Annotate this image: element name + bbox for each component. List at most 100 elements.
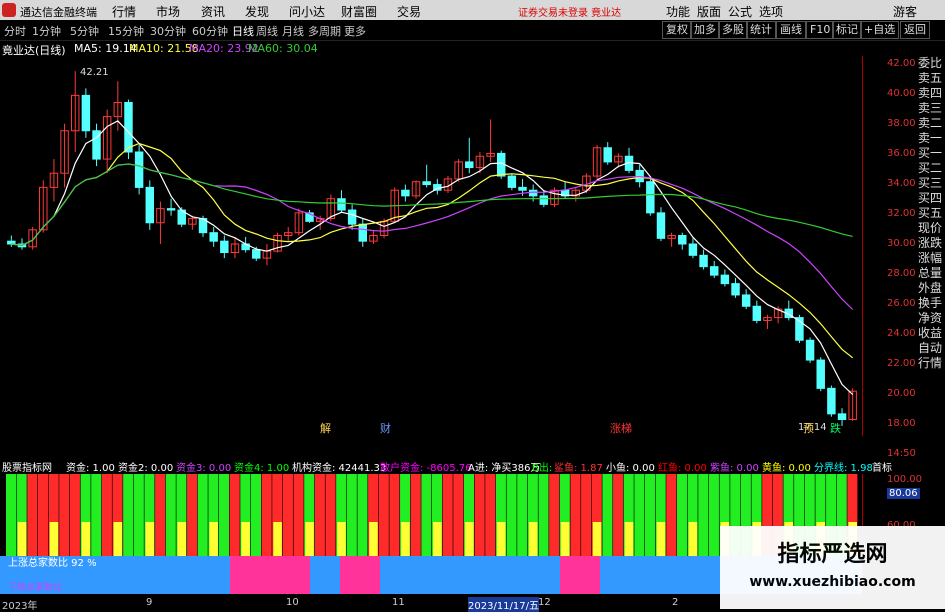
add-watchlist-button[interactable]: +自选 xyxy=(860,21,900,39)
period-week[interactable]: 周线 xyxy=(256,23,278,39)
menu-trade[interactable]: 交易 xyxy=(397,3,421,20)
candle xyxy=(688,238,698,259)
side-item[interactable]: 买三 xyxy=(918,176,944,190)
menu-ask[interactable]: 问小达 xyxy=(289,3,325,20)
side-item[interactable]: 买四 xyxy=(918,191,944,205)
yellow-bar xyxy=(17,522,27,556)
f10-button[interactable]: F10 xyxy=(806,21,835,39)
add-multi-button[interactable]: 加多 xyxy=(690,21,720,39)
event-mark[interactable]: 解 xyxy=(320,421,331,435)
side-item[interactable]: 买一 xyxy=(918,146,944,160)
signal-bar xyxy=(666,474,677,556)
menu-formula[interactable]: 公式 xyxy=(728,3,752,20)
ratio-segment xyxy=(340,556,380,594)
indicator-field: 资金3: 0.00 xyxy=(176,463,232,474)
yellow-bar xyxy=(369,522,378,556)
period-5min[interactable]: 5分钟 xyxy=(70,23,99,39)
signal-bar xyxy=(378,474,389,556)
period-1min[interactable]: 1分钟 xyxy=(32,23,61,39)
period-15min[interactable]: 15分钟 xyxy=(108,23,144,39)
side-item[interactable]: 卖五 xyxy=(918,71,944,85)
side-item[interactable]: 涨跌 xyxy=(918,236,944,250)
side-item[interactable]: 卖二 xyxy=(918,116,944,130)
fall-ratio-label: 下跌总家数比 xyxy=(8,581,62,593)
signal-bar xyxy=(517,474,528,556)
date-tick: 12 xyxy=(538,597,551,608)
period-60min[interactable]: 60分钟 xyxy=(192,23,228,39)
candlestick-chart[interactable]: 42.2117.14解财涨梯预跌 xyxy=(0,56,862,436)
multi-stock-button[interactable]: 多股 xyxy=(718,21,748,39)
mark-button[interactable]: 标记 xyxy=(832,21,862,39)
side-item[interactable]: 总量 xyxy=(918,266,944,280)
menu-wealth[interactable]: 财富圈 xyxy=(341,3,377,20)
menu-market[interactable]: 市场 xyxy=(156,3,180,20)
signal-bar xyxy=(69,474,80,556)
yellow-bar xyxy=(145,522,155,556)
indicator-field: 紫鱼: 0.00 xyxy=(710,463,759,474)
price-tick: 18.00 xyxy=(887,418,916,429)
yellow-bar xyxy=(592,522,602,556)
candle xyxy=(646,176,655,216)
event-mark[interactable]: 跌 xyxy=(830,421,841,435)
back-button[interactable]: 返回 xyxy=(900,21,930,39)
yellow-bar xyxy=(241,522,250,556)
signal-bar xyxy=(165,474,176,556)
login-warning[interactable]: 证券交易未登录 竟业达 xyxy=(518,4,621,19)
candle xyxy=(720,269,730,287)
side-item[interactable]: 换手 xyxy=(918,296,944,310)
candle xyxy=(752,300,762,324)
period-30min[interactable]: 30分钟 xyxy=(150,23,186,39)
stats-button[interactable]: 统计 xyxy=(746,21,776,39)
signal-bar xyxy=(645,474,656,556)
candle xyxy=(337,190,346,213)
menu-layout[interactable]: 版面 xyxy=(697,3,721,20)
ma60-value: MA60: 30.04 xyxy=(248,42,318,55)
side-item[interactable]: 现价 xyxy=(918,221,944,235)
indicator-field: 红鱼: 0.00 xyxy=(658,463,707,474)
guest-label[interactable]: 游客 xyxy=(893,3,917,20)
signal-bar xyxy=(613,474,624,556)
side-item[interactable]: 卖三 xyxy=(918,101,944,115)
signal-bar xyxy=(155,474,166,556)
side-item[interactable]: 买二 xyxy=(918,161,944,175)
side-item[interactable]: 买五 xyxy=(918,206,944,220)
app-logo-icon xyxy=(2,3,16,17)
candle xyxy=(678,232,687,250)
event-mark[interactable]: 预 xyxy=(803,422,814,435)
event-mark[interactable]: 财 xyxy=(380,421,391,435)
period-more[interactable]: 更多 xyxy=(344,23,366,39)
menu-news[interactable]: 资讯 xyxy=(201,3,225,20)
draw-line-button[interactable]: 画线 xyxy=(776,21,806,39)
period-month[interactable]: 月线 xyxy=(282,23,304,39)
event-mark[interactable]: 涨梯 xyxy=(610,422,632,435)
watermark-url: www.xuezhibiao.com xyxy=(749,574,916,590)
candle xyxy=(81,88,91,138)
date-tick: 2023/11/17/五 xyxy=(468,597,540,612)
menu-discover[interactable]: 发现 xyxy=(245,3,269,20)
side-item[interactable]: 净资 xyxy=(918,311,944,325)
period-tick[interactable]: 分时 xyxy=(4,23,26,39)
menu-function[interactable]: 功能 xyxy=(666,3,690,20)
signal-bar xyxy=(581,474,592,556)
period-multi[interactable]: 多周期 xyxy=(308,23,341,39)
indicator-field: 黄鱼: 0.00 xyxy=(762,463,811,474)
adjust-button[interactable]: 复权 xyxy=(662,21,692,39)
side-item[interactable]: 卖一 xyxy=(918,131,944,145)
signal-bar xyxy=(123,474,134,556)
side-item[interactable]: 委比 xyxy=(918,56,944,70)
period-day[interactable]: 日线 xyxy=(232,23,254,39)
yellow-bar xyxy=(688,522,698,556)
indicator-name[interactable]: 股票指标网 xyxy=(2,459,52,474)
menu-quotes[interactable]: 行情 xyxy=(112,3,136,20)
menu-options[interactable]: 选项 xyxy=(759,3,783,20)
side-item[interactable]: 行情 xyxy=(918,356,944,370)
yellow-bar xyxy=(401,522,410,556)
side-item[interactable]: 涨幅 xyxy=(918,251,944,265)
side-item[interactable]: 收益 xyxy=(918,326,944,340)
period-toolbar: 分时 1分钟 5分钟 15分钟 30分钟 60分钟 日线 周线 月线 多周期 更… xyxy=(0,20,945,41)
yellow-bar xyxy=(209,522,218,556)
candle xyxy=(731,277,740,298)
side-item[interactable]: 自动 xyxy=(918,341,944,355)
side-item[interactable]: 外盘 xyxy=(918,281,944,295)
side-item[interactable]: 卖四 xyxy=(918,86,944,100)
